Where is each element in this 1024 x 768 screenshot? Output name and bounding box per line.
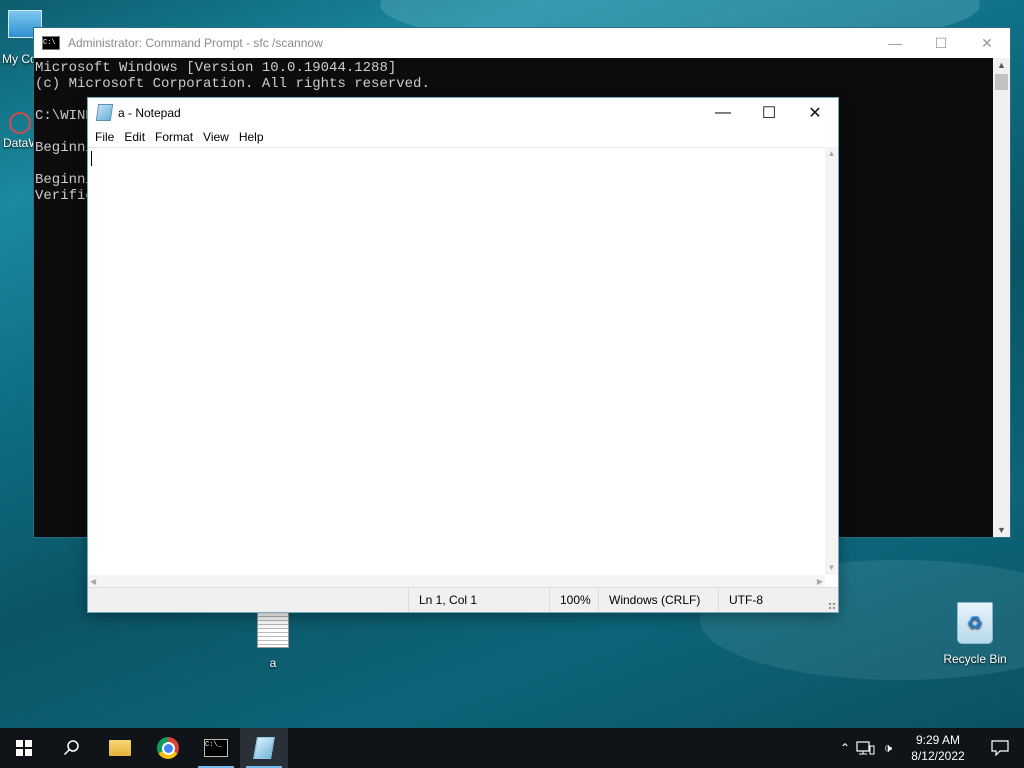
network-icon[interactable]	[856, 740, 876, 756]
search-icon	[63, 740, 79, 756]
file-explorer-button[interactable]	[96, 728, 144, 768]
cmd-app-icon: C:\	[42, 36, 60, 50]
chevron-up-icon[interactable]: ▲	[825, 147, 838, 161]
notepad-icon	[253, 737, 275, 759]
system-tray: ⌃ 🕩 9:29 AM 8/12/2022	[834, 728, 1024, 768]
volume-icon[interactable]: 🕩	[876, 740, 900, 756]
maximize-button[interactable]: ☐	[746, 98, 792, 127]
command-prompt-taskbar-button[interactable]: C:\_	[192, 728, 240, 768]
clock[interactable]: 9:29 AM 8/12/2022	[900, 732, 976, 764]
notepad-title: a - Notepad	[118, 105, 181, 120]
chevron-down-icon[interactable]: ▼	[993, 523, 1010, 537]
menu-format[interactable]: Format	[150, 130, 198, 144]
menu-bar: File Edit Format View Help	[88, 127, 838, 147]
cmd-title: Administrator: Command Prompt - sfc /sca…	[68, 36, 323, 50]
desktop-icon-text-file[interactable]: a	[250, 612, 296, 670]
molecule-icon	[9, 112, 31, 134]
status-bar: Ln 1, Col 1 100% Windows (CRLF) UTF-8	[88, 587, 838, 612]
chevron-down-icon[interactable]: ▼	[825, 561, 838, 575]
clock-date: 8/12/2022	[911, 749, 965, 763]
vertical-scrollbar[interactable]: ▲ ▼	[825, 147, 838, 575]
cmd-titlebar[interactable]: C:\ Administrator: Command Prompt - sfc …	[34, 28, 1010, 58]
zoom-level: 100%	[549, 588, 598, 612]
notepad-window[interactable]: a - Notepad — ☐ ✕ File Edit Format View …	[87, 97, 839, 613]
recycle-bin-icon: ♻	[957, 602, 993, 644]
chevron-up-icon[interactable]: ⌃	[834, 741, 856, 755]
start-button[interactable]	[0, 728, 48, 768]
cursor-position: Ln 1, Col 1	[408, 588, 549, 612]
desktop-icon-label: Recycle Bin	[943, 652, 1007, 666]
notepad-titlebar[interactable]: a - Notepad — ☐ ✕	[88, 98, 838, 127]
taskbar: C:\_ ⌃ 🕩 9:29 AM 8/12/2022	[0, 728, 1024, 768]
menu-help[interactable]: Help	[234, 130, 269, 144]
menu-file[interactable]: File	[90, 130, 119, 144]
notification-button[interactable]	[976, 728, 1024, 768]
clock-time: 9:29 AM	[915, 733, 961, 747]
minimize-button[interactable]: —	[700, 98, 746, 127]
folder-icon	[109, 740, 131, 756]
notepad-app-icon	[95, 104, 114, 121]
chrome-icon	[157, 737, 179, 759]
scrollbar-thumb[interactable]	[995, 74, 1008, 90]
encoding: UTF-8	[718, 588, 838, 612]
text-caret	[91, 151, 92, 166]
close-button[interactable]: ✕	[792, 98, 838, 127]
close-button[interactable]: ✕	[964, 28, 1010, 58]
chevron-up-icon[interactable]: ▲	[993, 58, 1010, 72]
line-ending: Windows (CRLF)	[598, 588, 718, 612]
maximize-button[interactable]: ☐	[918, 28, 964, 58]
chrome-button[interactable]	[144, 728, 192, 768]
text-editor[interactable]	[88, 147, 825, 575]
text-file-icon	[257, 612, 289, 648]
terminal-icon: C:\_	[204, 739, 228, 757]
search-button[interactable]	[48, 728, 96, 768]
resize-grip-icon[interactable]	[828, 602, 836, 610]
minimize-button[interactable]: —	[872, 28, 918, 58]
cmd-scrollbar[interactable]: ▲ ▼	[993, 58, 1010, 537]
desktop-icon-recycle-bin[interactable]: ♻ Recycle Bin	[940, 602, 1010, 666]
notepad-taskbar-button[interactable]	[240, 728, 288, 768]
menu-edit[interactable]: Edit	[119, 130, 150, 144]
desktop-icon-label: a	[269, 656, 277, 670]
action-center-icon	[991, 740, 1009, 756]
windows-logo-icon	[16, 740, 32, 756]
menu-view[interactable]: View	[198, 130, 234, 144]
